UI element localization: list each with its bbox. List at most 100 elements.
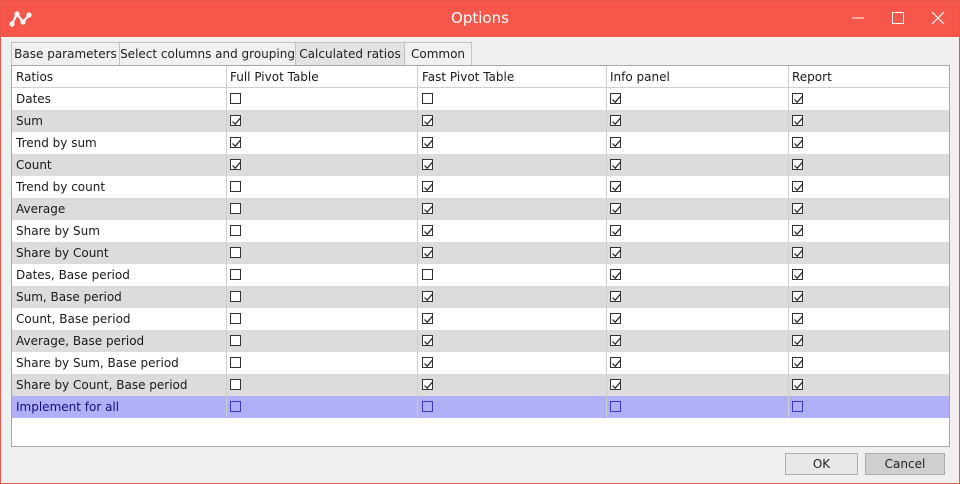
- table-row[interactable]: Dates: [12, 88, 949, 110]
- tab-select-columns-and-grouping[interactable]: Select columns and grouping: [119, 42, 296, 66]
- checkbox-report[interactable]: [792, 357, 803, 368]
- checkmark-icon: [612, 161, 621, 170]
- checkbox-info-panel[interactable]: [610, 291, 621, 302]
- checkbox-info-panel[interactable]: [610, 379, 621, 390]
- table-row[interactable]: Sum, Base period: [12, 286, 949, 308]
- ratio-label: Share by Count: [16, 246, 109, 260]
- checkbox-full-pivot-table[interactable]: [230, 159, 241, 170]
- cancel-button[interactable]: Cancel: [865, 453, 945, 475]
- checkbox-report[interactable]: [792, 115, 803, 126]
- column-divider: [606, 308, 607, 330]
- checkbox-fast-pivot-table[interactable]: [422, 181, 433, 192]
- checkbox-fast-pivot-table[interactable]: [422, 335, 433, 346]
- table-row[interactable]: Share by Sum, Base period: [12, 352, 949, 374]
- checkbox-report[interactable]: [792, 181, 803, 192]
- checkbox-fast-pivot-table[interactable]: [422, 159, 433, 170]
- checkbox-full-pivot-table[interactable]: [230, 93, 241, 104]
- checkbox-info-panel[interactable]: [610, 247, 621, 258]
- checkbox-report[interactable]: [792, 379, 803, 390]
- checkbox-report[interactable]: [792, 137, 803, 148]
- checkbox-fast-pivot-table[interactable]: [422, 93, 433, 104]
- checkbox-report[interactable]: [792, 313, 803, 324]
- checkbox-report[interactable]: [792, 203, 803, 214]
- checkbox-full-pivot-table[interactable]: [230, 335, 241, 346]
- tab-base-parameters[interactable]: Base parameters: [11, 42, 120, 66]
- checkbox-info-panel[interactable]: [610, 159, 621, 170]
- column-divider: [606, 110, 607, 132]
- column-divider: [606, 286, 607, 308]
- checkbox-info-panel[interactable]: [610, 313, 621, 324]
- checkbox-info-panel[interactable]: [610, 181, 621, 192]
- table-row[interactable]: Share by Count, Base period: [12, 374, 949, 396]
- checkbox-fast-pivot-table[interactable]: [422, 115, 433, 126]
- title-bar[interactable]: Options: [1, 1, 959, 37]
- table-row[interactable]: Trend by count: [12, 176, 949, 198]
- checkbox-fast-pivot-table[interactable]: [422, 225, 433, 236]
- checkbox-report[interactable]: [792, 93, 803, 104]
- minimize-button[interactable]: [836, 1, 880, 35]
- table-row[interactable]: Dates, Base period: [12, 264, 949, 286]
- checkbox-info-panel[interactable]: [610, 401, 621, 412]
- checkbox-report[interactable]: [792, 225, 803, 236]
- checkbox-full-pivot-table[interactable]: [230, 115, 241, 126]
- checkbox-report[interactable]: [792, 247, 803, 258]
- checkbox-full-pivot-table[interactable]: [230, 247, 241, 258]
- checkbox-info-panel[interactable]: [610, 269, 621, 280]
- table-row[interactable]: Share by Sum: [12, 220, 949, 242]
- maximize-button[interactable]: [876, 1, 920, 35]
- checkbox-fast-pivot-table[interactable]: [422, 291, 433, 302]
- tab-calculated-ratios[interactable]: Calculated ratios: [295, 42, 405, 66]
- column-divider: [788, 176, 789, 198]
- checkbox-fast-pivot-table[interactable]: [422, 401, 433, 412]
- table-row[interactable]: Implement for all: [12, 396, 949, 418]
- checkbox-fast-pivot-table[interactable]: [422, 203, 433, 214]
- checkbox-full-pivot-table[interactable]: [230, 269, 241, 280]
- column-divider: [226, 198, 227, 220]
- ratios-grid[interactable]: Ratios Full Pivot Table Fast Pivot Table…: [11, 65, 950, 447]
- checkbox-fast-pivot-table[interactable]: [422, 247, 433, 258]
- checkbox-full-pivot-table[interactable]: [230, 379, 241, 390]
- checkbox-fast-pivot-table[interactable]: [422, 379, 433, 390]
- checkbox-info-panel[interactable]: [610, 225, 621, 236]
- table-row[interactable]: Count: [12, 154, 949, 176]
- close-button[interactable]: [916, 1, 960, 35]
- checkbox-full-pivot-table[interactable]: [230, 357, 241, 368]
- table-row[interactable]: Count, Base period: [12, 308, 949, 330]
- checkbox-report[interactable]: [792, 291, 803, 302]
- checkbox-fast-pivot-table[interactable]: [422, 357, 433, 368]
- table-row[interactable]: Trend by sum: [12, 132, 949, 154]
- checkbox-report[interactable]: [792, 159, 803, 170]
- checkbox-info-panel[interactable]: [610, 335, 621, 346]
- column-header-info-panel[interactable]: Info panel: [610, 66, 670, 88]
- checkbox-report[interactable]: [792, 269, 803, 280]
- checkbox-full-pivot-table[interactable]: [230, 181, 241, 192]
- tab-common[interactable]: Common: [404, 42, 472, 66]
- checkbox-fast-pivot-table[interactable]: [422, 313, 433, 324]
- column-header-ratios[interactable]: Ratios: [16, 66, 53, 88]
- column-divider: [606, 154, 607, 176]
- column-header-report[interactable]: Report: [792, 66, 832, 88]
- checkbox-info-panel[interactable]: [610, 357, 621, 368]
- checkbox-full-pivot-table[interactable]: [230, 203, 241, 214]
- table-row[interactable]: Average, Base period: [12, 330, 949, 352]
- checkbox-report[interactable]: [792, 401, 803, 412]
- column-header-fast-pivot-table[interactable]: Fast Pivot Table: [422, 66, 514, 88]
- checkmark-icon: [612, 117, 621, 126]
- checkbox-info-panel[interactable]: [610, 137, 621, 148]
- column-header-full-pivot-table[interactable]: Full Pivot Table: [230, 66, 319, 88]
- checkbox-full-pivot-table[interactable]: [230, 291, 241, 302]
- table-row[interactable]: Share by Count: [12, 242, 949, 264]
- checkbox-full-pivot-table[interactable]: [230, 225, 241, 236]
- checkbox-info-panel[interactable]: [610, 115, 621, 126]
- table-row[interactable]: Sum: [12, 110, 949, 132]
- checkbox-fast-pivot-table[interactable]: [422, 137, 433, 148]
- checkbox-full-pivot-table[interactable]: [230, 401, 241, 412]
- checkbox-info-panel[interactable]: [610, 203, 621, 214]
- checkbox-full-pivot-table[interactable]: [230, 137, 241, 148]
- checkbox-report[interactable]: [792, 335, 803, 346]
- checkbox-full-pivot-table[interactable]: [230, 313, 241, 324]
- table-row[interactable]: Average: [12, 198, 949, 220]
- ok-button[interactable]: OK: [785, 453, 858, 475]
- checkbox-fast-pivot-table[interactable]: [422, 269, 433, 280]
- checkbox-info-panel[interactable]: [610, 93, 621, 104]
